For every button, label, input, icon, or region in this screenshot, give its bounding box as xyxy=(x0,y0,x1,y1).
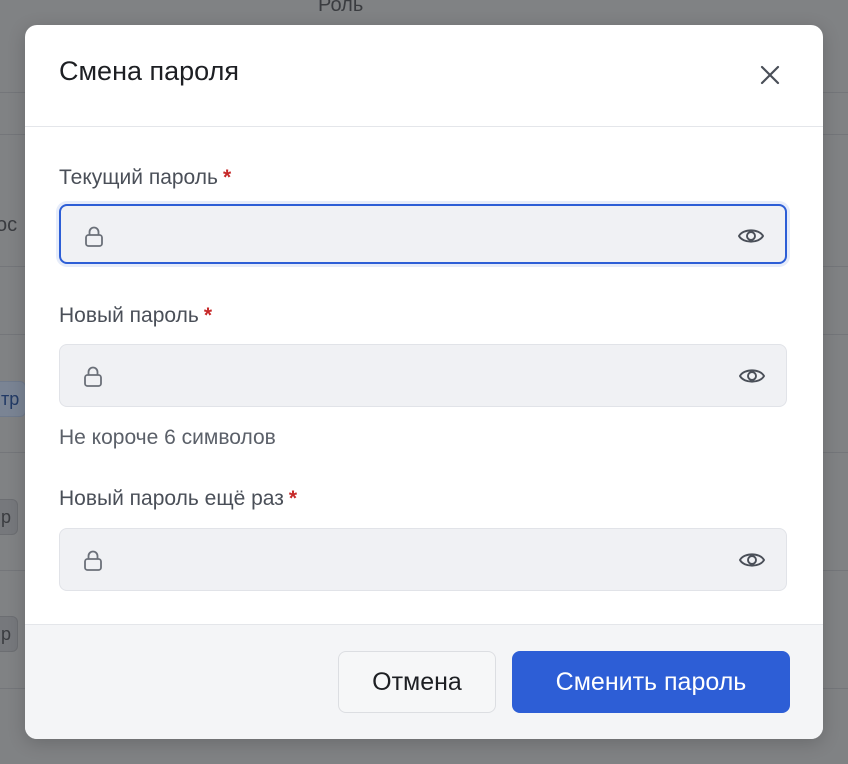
dialog-header: Смена пароля xyxy=(25,25,823,127)
field-label-text: Новый пароль xyxy=(59,304,199,327)
current-password-field[interactable] xyxy=(59,204,787,264)
dialog-title: Смена пароля xyxy=(59,56,239,86)
cancel-button[interactable]: Отмена xyxy=(338,651,496,713)
new-password-label: Новый пароль * xyxy=(59,304,212,328)
required-mark: * xyxy=(222,166,232,189)
required-mark: * xyxy=(288,487,298,510)
new-password-field[interactable] xyxy=(59,344,787,408)
close-icon[interactable] xyxy=(753,58,787,92)
new-password-input[interactable] xyxy=(120,345,724,408)
lock-icon xyxy=(84,366,102,387)
change-password-dialog: Смена пароля Текущий пароль * Новый парол… xyxy=(25,25,823,739)
eye-icon[interactable] xyxy=(737,223,765,249)
background-chip: р xyxy=(0,499,19,535)
dialog-footer: Отмена Сменить пароль xyxy=(25,624,823,739)
background-chip: р xyxy=(0,616,19,652)
repeat-password-field[interactable] xyxy=(59,528,787,592)
current-password-input[interactable] xyxy=(121,206,725,264)
eye-icon[interactable] xyxy=(738,547,766,573)
background-column-header: Роль xyxy=(318,0,364,16)
background-text-fragment: ос xyxy=(0,214,18,236)
field-label-text: Новый пароль ещё раз xyxy=(59,487,284,510)
eye-icon[interactable] xyxy=(738,363,766,389)
background-chip: тр xyxy=(0,381,27,417)
required-mark: * xyxy=(203,304,212,327)
change-password-button[interactable]: Сменить пароль xyxy=(512,651,790,713)
lock-icon xyxy=(84,550,102,571)
field-label-text: Текущий пароль xyxy=(59,166,218,189)
current-password-label: Текущий пароль * xyxy=(59,166,231,190)
repeat-password-label: Новый пароль ещё раз * xyxy=(59,487,297,511)
lock-icon xyxy=(85,226,103,247)
repeat-password-input[interactable] xyxy=(120,529,724,592)
password-length-hint: Не короче 6 символов xyxy=(59,426,276,449)
